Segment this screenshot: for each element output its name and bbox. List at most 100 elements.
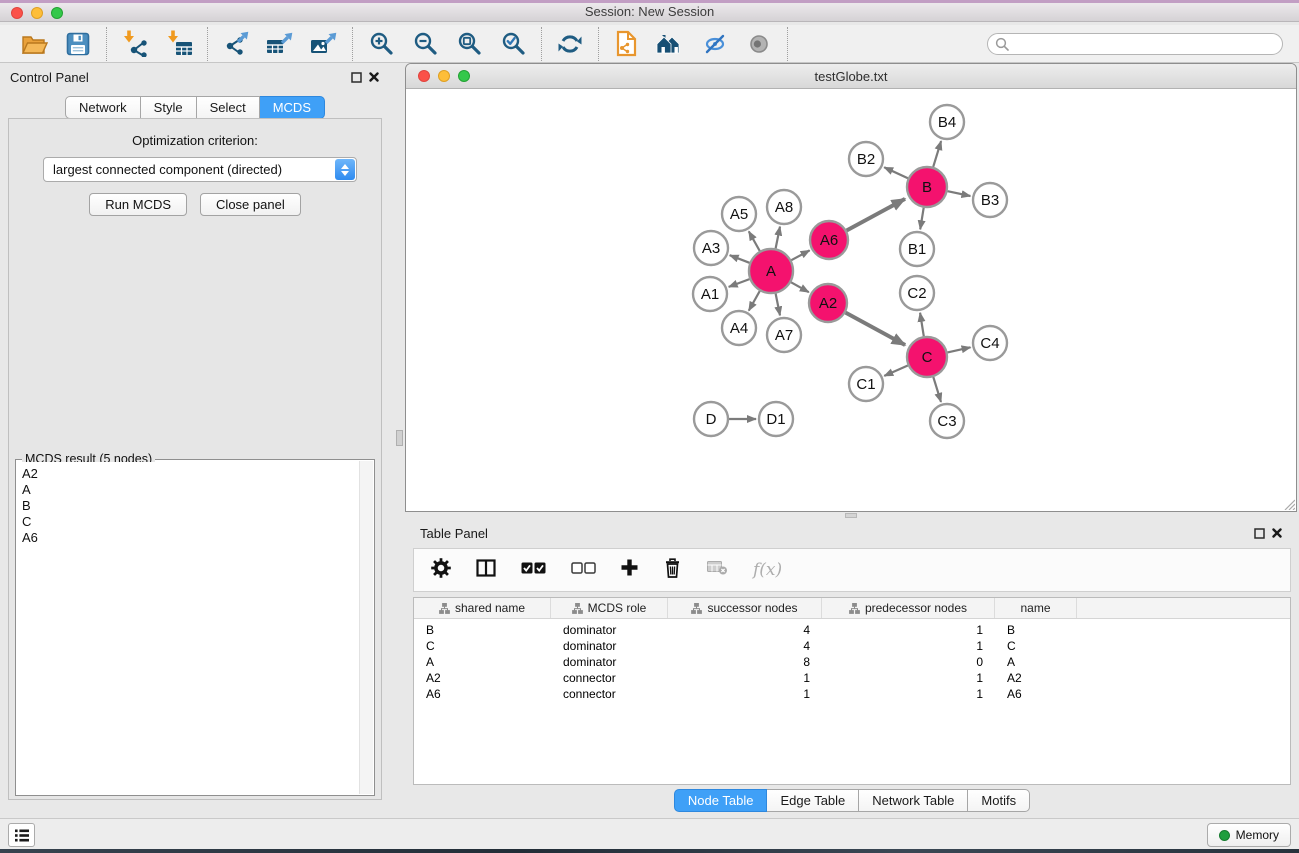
clone-network-icon[interactable]: [612, 29, 642, 59]
graph-node-C3[interactable]: C3: [930, 404, 964, 438]
node-table[interactable]: shared nameMCDS rolesuccessor nodesprede…: [413, 597, 1291, 785]
table-cell[interactable]: A2: [995, 671, 1077, 685]
vertical-splitter-handle[interactable]: [396, 430, 403, 446]
table-row[interactable]: A6connector11A6: [414, 686, 1290, 702]
settings-gear-icon[interactable]: [431, 558, 451, 583]
delete-column-icon[interactable]: [663, 557, 682, 583]
graph-edge-A-A6[interactable]: [791, 250, 809, 260]
graph-edge-A2-C[interactable]: [846, 313, 906, 345]
zoom-window-icon[interactable]: [51, 7, 63, 19]
table-cell[interactable]: 1: [668, 671, 822, 685]
zoom-in-icon[interactable]: [366, 29, 396, 59]
graph-edge-A-A7[interactable]: [776, 294, 780, 316]
graph-node-B3[interactable]: B3: [973, 183, 1007, 217]
graph-node-A5[interactable]: A5: [722, 197, 756, 231]
graph-node-C2[interactable]: C2: [900, 276, 934, 310]
column-header-name[interactable]: name: [995, 598, 1077, 618]
table-cell[interactable]: B: [414, 623, 551, 637]
task-history-button[interactable]: [8, 823, 35, 847]
result-item[interactable]: A6: [22, 530, 358, 546]
result-item[interactable]: A: [22, 482, 358, 498]
tab-select[interactable]: Select: [197, 96, 260, 119]
graph-edge-A-A5[interactable]: [749, 231, 760, 251]
horizontal-splitter-handle[interactable]: [845, 513, 857, 518]
minimize-icon[interactable]: [438, 70, 450, 82]
graph-node-A4[interactable]: A4: [722, 311, 756, 345]
run-mcds-button[interactable]: Run MCDS: [89, 193, 187, 216]
table-cell[interactable]: 8: [668, 655, 822, 669]
table-cell[interactable]: connector: [551, 671, 668, 685]
graph-node-B2[interactable]: B2: [849, 142, 883, 176]
graph-edge-A-A8[interactable]: [776, 227, 780, 249]
resize-grip-icon[interactable]: [1282, 497, 1295, 510]
float-panel-icon[interactable]: [350, 71, 362, 83]
graph-edge-C-C3[interactable]: [933, 377, 941, 402]
zoom-fit-icon[interactable]: [454, 29, 484, 59]
network-window-titlebar[interactable]: testGlobe.txt: [406, 64, 1296, 89]
select-checked-pair-icon[interactable]: [521, 561, 546, 579]
table-cell[interactable]: dominator: [551, 655, 668, 669]
graph-node-C[interactable]: C: [907, 337, 947, 377]
table-row[interactable]: Bdominator41B: [414, 622, 1290, 638]
graph-node-C4[interactable]: C4: [973, 326, 1007, 360]
column-header-MCDS-role[interactable]: MCDS role: [551, 598, 668, 618]
graph-edge-B-B3[interactable]: [948, 191, 971, 196]
result-scrollbar[interactable]: [359, 461, 373, 794]
graph-edge-A-A2[interactable]: [791, 282, 809, 292]
open-browser-home-icon[interactable]: [656, 29, 686, 59]
graph-node-A3[interactable]: A3: [694, 231, 728, 265]
table-cell[interactable]: C: [414, 639, 551, 653]
tab-mcds[interactable]: MCDS: [260, 96, 325, 119]
table-cell[interactable]: 4: [668, 623, 822, 637]
graph-node-A7[interactable]: A7: [767, 318, 801, 352]
graph-node-D1[interactable]: D1: [759, 402, 793, 436]
export-network-icon[interactable]: [221, 29, 251, 59]
close-icon[interactable]: [418, 70, 430, 82]
tab-style[interactable]: Style: [141, 96, 197, 119]
column-header-shared-name[interactable]: shared name: [414, 598, 551, 618]
float-table-panel-icon[interactable]: [1253, 527, 1265, 539]
tab-network[interactable]: Network: [65, 96, 141, 119]
table-cell[interactable]: A6: [414, 687, 551, 701]
table-cell[interactable]: dominator: [551, 639, 668, 653]
table-row[interactable]: A2connector11A2: [414, 670, 1290, 686]
table-cell[interactable]: A6: [995, 687, 1077, 701]
table-cell[interactable]: connector: [551, 687, 668, 701]
import-network-icon[interactable]: [120, 29, 150, 59]
close-window-icon[interactable]: [11, 7, 23, 19]
graph-edge-B-B4[interactable]: [933, 141, 941, 167]
network-canvas[interactable]: AA1A2A3A4A5A6A7A8BB1B2B3B4CC1C2C3C4DD1: [406, 90, 1296, 511]
select-unchecked-pair-icon[interactable]: [571, 561, 596, 579]
tab-motifs[interactable]: Motifs: [968, 789, 1030, 812]
table-cell[interactable]: 1: [822, 671, 995, 685]
table-cell[interactable]: A: [995, 655, 1077, 669]
table-row[interactable]: Cdominator41C: [414, 638, 1290, 654]
split-view-icon[interactable]: [476, 559, 496, 582]
toggle-graphics-details-icon[interactable]: [700, 29, 730, 59]
graph-node-A[interactable]: A: [749, 249, 793, 293]
graph-node-B[interactable]: B: [907, 167, 947, 207]
graph-node-A8[interactable]: A8: [767, 190, 801, 224]
refresh-layout-icon[interactable]: [555, 29, 585, 59]
minimize-window-icon[interactable]: [31, 7, 43, 19]
add-column-icon[interactable]: [621, 559, 638, 581]
table-cell[interactable]: 1: [822, 687, 995, 701]
result-item[interactable]: C: [22, 514, 358, 530]
graph-node-B4[interactable]: B4: [930, 105, 964, 139]
result-item[interactable]: B: [22, 498, 358, 514]
graph-edge-A-A4[interactable]: [749, 291, 760, 311]
criterion-dropdown[interactable]: largest connected component (directed): [43, 157, 357, 182]
table-cell[interactable]: A: [414, 655, 551, 669]
export-image-icon[interactable]: [309, 29, 339, 59]
table-cell[interactable]: 4: [668, 639, 822, 653]
graph-node-A6[interactable]: A6: [810, 221, 848, 259]
memory-button[interactable]: Memory: [1207, 823, 1291, 847]
column-header-successor-nodes[interactable]: successor nodes: [668, 598, 822, 618]
graph-edge-B-B1[interactable]: [920, 208, 924, 230]
table-cell[interactable]: 1: [822, 623, 995, 637]
graph-edge-B-B2[interactable]: [884, 167, 908, 178]
tab-edge-table[interactable]: Edge Table: [767, 789, 859, 812]
zoom-out-icon[interactable]: [410, 29, 440, 59]
tab-network-table[interactable]: Network Table: [859, 789, 968, 812]
zoom-icon[interactable]: [458, 70, 470, 82]
